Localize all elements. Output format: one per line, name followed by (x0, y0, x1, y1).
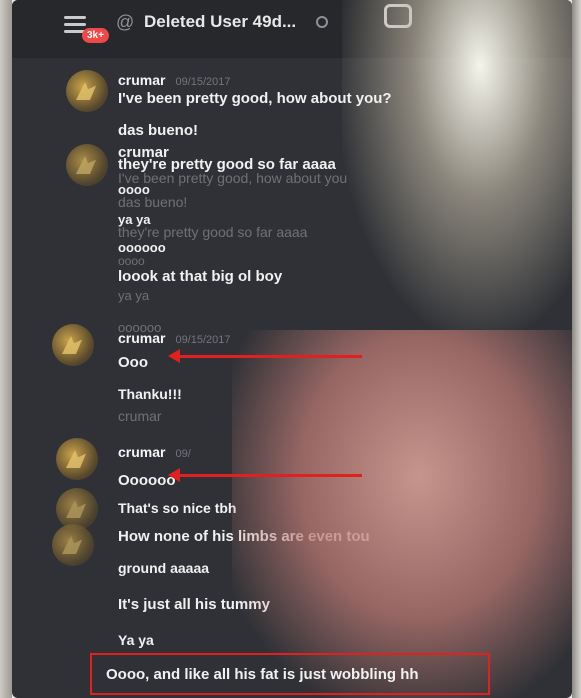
ghost-text: crumar (118, 408, 162, 424)
message-timestamp: 09/15/2017 (175, 76, 231, 88)
ghost-text: they're pretty good so far aaaa (118, 224, 308, 240)
ghost-text: das bueno! (118, 194, 188, 210)
message-text: ground aaaaa (118, 560, 210, 576)
message-text: Ooo (118, 354, 148, 371)
message-text: Thanku!!! (118, 386, 182, 402)
avatar[interactable] (56, 438, 98, 480)
red-arrow-annotation (168, 349, 362, 363)
message-text: oooooo (118, 240, 166, 255)
avatar[interactable] (52, 524, 94, 566)
phone-screen: 3k+ @ Deleted User 49d... crumar 09/15/20… (12, 0, 572, 698)
unread-count-badge: 3k+ (82, 28, 109, 43)
message-author[interactable]: crumar (118, 444, 165, 460)
red-highlight-box (90, 653, 490, 695)
message-text: das bueno! (118, 122, 199, 139)
at-icon: @ (116, 12, 135, 32)
message-author[interactable]: crumar (118, 330, 165, 346)
message-text: I've been pretty good, how about you? (118, 90, 392, 107)
phone-edge-right (572, 0, 581, 698)
avatar[interactable] (66, 70, 108, 112)
offline-status-icon (316, 16, 328, 28)
message-timestamp: 09/ (175, 448, 191, 460)
message-text: That's so nice tbh (118, 500, 237, 516)
message-header: crumar 09/ (118, 444, 191, 460)
avatar[interactable] (66, 144, 108, 186)
message-author[interactable]: crumar (118, 72, 165, 88)
ghost-text: ya ya (118, 288, 150, 303)
ghost-text: I've been pretty good, how about you (118, 170, 348, 186)
message-text: Oooooo (118, 472, 176, 489)
message-header: crumar 09/15/2017 (118, 330, 231, 346)
finger-occlusion (232, 330, 572, 698)
red-arrow-annotation (168, 468, 362, 482)
message-timestamp: 09/15/2017 (175, 334, 231, 346)
phone-edge-left (0, 0, 12, 698)
message-header: crumar 09/15/2017 (118, 72, 231, 88)
message-text: loook at that big ol boy (118, 268, 283, 285)
channel-title[interactable]: Deleted User 49d... (144, 12, 296, 32)
message-text: Ya ya (118, 632, 154, 648)
avatar[interactable] (52, 324, 94, 366)
ghost-text: oooo (118, 254, 145, 268)
